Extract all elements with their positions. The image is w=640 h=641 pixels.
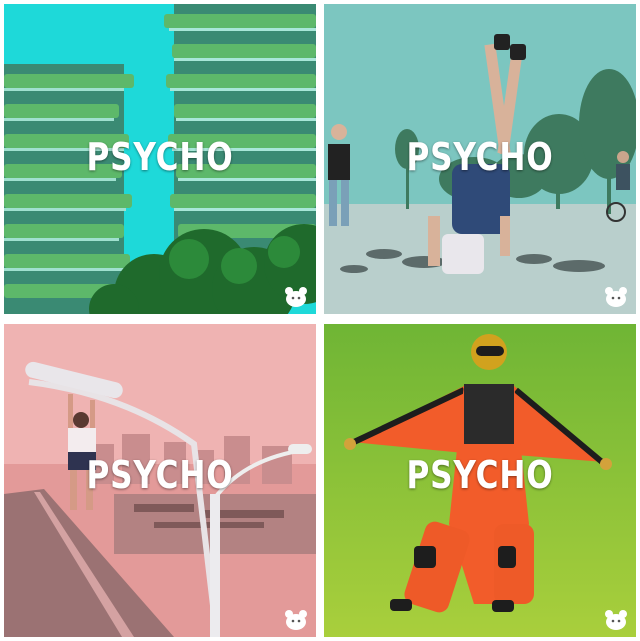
bear-icon <box>605 287 627 307</box>
tile-towers[interactable]: PSYCHO <box>4 4 316 314</box>
tile-handstand[interactable]: PSYCHO <box>324 4 636 314</box>
tile-caption: PSYCHO <box>406 453 554 497</box>
tile-caption: PSYCHO <box>86 453 234 497</box>
bear-icon <box>285 610 307 630</box>
tile-wingsuit[interactable]: PSYCHO <box>324 324 636 637</box>
bear-icon <box>285 287 307 307</box>
tile-caption: PSYCHO <box>406 135 554 179</box>
tile-lamppost[interactable]: PSYCHO <box>4 324 316 637</box>
image-grid: PSYCHO PSYCHO PSYCHO PSYCHO <box>0 0 640 641</box>
bear-icon <box>605 610 627 630</box>
tile-caption: PSYCHO <box>86 135 234 179</box>
